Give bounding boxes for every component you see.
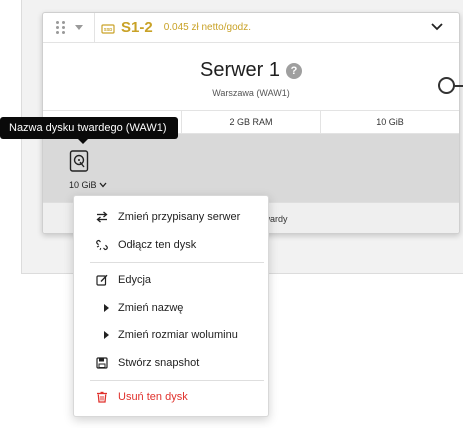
menu-item-delete-disk[interactable]: Usuń ten dysk [74,386,268,408]
server-price: 0.045 zł netto/godz. [163,22,251,33]
unlink-icon [96,239,108,251]
help-icon[interactable]: ? [286,62,303,79]
menu-item-detach-disk[interactable]: Odłącz ten dysk [74,234,268,256]
menu-separator [90,380,264,381]
server-title: Serwer 1 [199,59,281,81]
menu-item-label: Edycja [118,274,152,286]
card-header: SSD S1-2 0.045 zł netto/godz. [43,13,459,43]
svg-text:SSD: SSD [104,27,113,32]
tooltip: Nazwa dysku twardego (WAW1) [0,117,178,139]
context-menu: Zmień przypisany serwer Odłącz ten dysk … [73,195,269,417]
chevron-down-icon [99,182,107,188]
ssd-icon: SSD [101,23,115,34]
menu-item-label: Zmień przypisany serwer [118,211,241,223]
chevron-down-icon[interactable] [431,22,443,32]
swap-arrows-icon [96,211,108,223]
menu-item-label: Zmień nazwę [118,302,184,314]
save-icon [96,357,108,369]
menu-separator [90,262,264,263]
disk-size-dropdown[interactable]: 10 GiB [69,180,107,190]
help-glyph: ? [290,64,298,77]
connector-node[interactable] [438,77,455,94]
menu-item-edit[interactable]: Edycja [74,269,268,291]
server-title-row: Serwer 1 ? [43,59,459,82]
menu-item-label: Stwórz snapshot [118,357,200,369]
server-location: Warszawa (WAW1) [212,88,290,98]
caret-down-icon[interactable] [75,25,83,30]
menu-item-create-snapshot[interactable]: Stwórz snapshot [74,352,268,374]
menu-item-label: Zmień rozmiar woluminu [118,329,238,341]
edit-icon [96,274,108,286]
spec-disk: 10 GiB [320,111,459,133]
connector-line [454,85,463,87]
menu-item-change-server[interactable]: Zmień przypisany serwer [74,206,268,228]
menu-item-label: Usuń ten dysk [118,391,188,403]
menu-item-rename[interactable]: Zmień nazwę [74,297,268,319]
submenu-triangle-icon [104,331,109,339]
tooltip-text: Nazwa dysku twardego (WAW1) [9,122,167,134]
submenu-triangle-icon [104,304,109,312]
disk-size-label: 10 GiB [69,180,97,190]
hard-disk-icon[interactable] [69,150,89,172]
divider [94,13,95,43]
trash-icon [97,391,107,403]
menu-item-label: Odłącz ten dysk [118,239,197,251]
tooltip-arrow [78,139,88,144]
spec-ram: 2 GB RAM [181,111,320,133]
disk-area: 10 GiB [43,134,459,202]
server-plan-name: S1-2 [121,19,153,36]
menu-item-resize-volume[interactable]: Zmień rozmiar woluminu [74,324,268,346]
drag-handle-icon[interactable] [56,21,68,35]
